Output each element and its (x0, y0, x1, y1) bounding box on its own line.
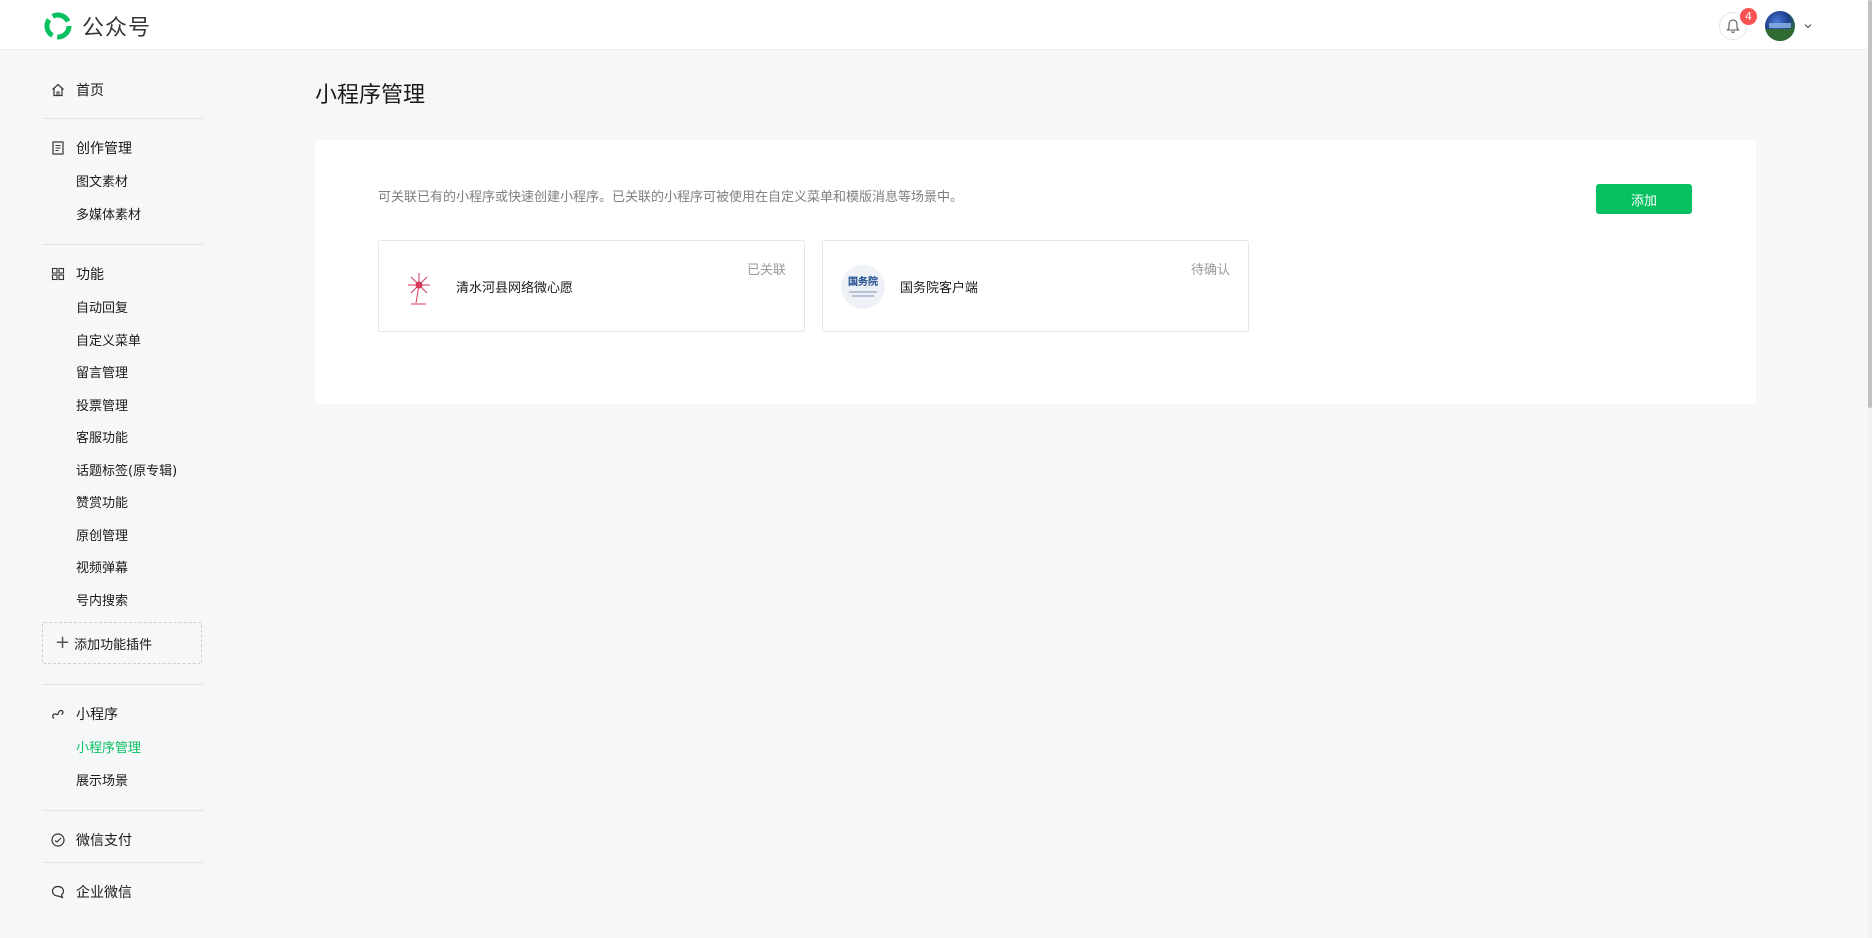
sidebar-item-comment-management[interactable]: 留言管理 (42, 358, 204, 391)
nav-group-home: 首页 (42, 50, 204, 119)
sidebar-item-video-danmaku[interactable]: 视频弹幕 (42, 553, 204, 586)
dandelion-logo-icon (408, 273, 430, 305)
sidebar-item-custom-menu[interactable]: 自定义菜单 (42, 326, 204, 359)
panel-description: 可关联已有的小程序或快速创建小程序。已关联的小程序可被使用在自定义菜单和模版消息… (378, 190, 964, 205)
sidebar-item-miniprogram-management[interactable]: 小程序管理 (42, 733, 204, 766)
home-icon (50, 82, 66, 98)
miniprogram-panel: 可关联已有的小程序或快速创建小程序。已关联的小程序可被使用在自定义菜单和模版消息… (315, 140, 1756, 404)
nav-group-creation: 创作管理 图文素材 多媒体素材 (42, 119, 204, 245)
sidebar-item-article-material[interactable]: 图文素材 (42, 167, 204, 200)
sidebar-item-wechat-pay[interactable]: 微信支付 (42, 830, 204, 850)
page-title: 小程序管理 (315, 83, 426, 108)
sidebar-item-miniprogram[interactable]: 小程序 (42, 704, 204, 724)
miniprogram-name: 清水河县网络微心愿 (456, 281, 574, 296)
wechat-pay-icon (50, 832, 66, 848)
gov-logo-line (852, 295, 874, 297)
chat-bubble-icon (50, 884, 66, 900)
page-scrollbar-thumb[interactable] (1868, 0, 1872, 408)
sidebar-item-home[interactable]: 首页 (42, 80, 204, 100)
dandelion-logo (397, 265, 441, 309)
sidebar-item-originality[interactable]: 原创管理 (42, 521, 204, 554)
bell-icon (1726, 18, 1740, 33)
miniprogram-card[interactable]: 国务院 国务院客户端 待确认 (822, 240, 1249, 332)
miniprogram-status: 已关联 (746, 263, 786, 278)
account-avatar[interactable] (1765, 11, 1795, 41)
miniprogram-status: 待确认 (1190, 263, 1230, 278)
sidebar-item-work-wechat[interactable]: 企业微信 (42, 882, 204, 902)
sidebar-item-in-account-search[interactable]: 号内搜索 (42, 586, 204, 619)
sidebar-item-appreciation[interactable]: 赞赏功能 (42, 488, 204, 521)
document-icon (50, 140, 66, 156)
sidebar-item-miniprogram-label: 小程序 (76, 707, 118, 723)
sidebar-item-features[interactable]: 功能 (42, 264, 204, 284)
nav-group-work-wechat: 企业微信 (42, 863, 204, 914)
sidebar-item-home-label: 首页 (76, 83, 104, 99)
app-logo[interactable]: 公众号 (42, 10, 151, 42)
wechat-mp-logo-icon (44, 12, 72, 40)
miniprogram-submenu: 小程序管理 展示场景 (42, 733, 204, 798)
nav-group-miniprogram: 小程序 小程序管理 展示场景 (42, 685, 204, 811)
add-plugin-button[interactable]: + 添加功能插件 (42, 622, 202, 664)
nav-group-features: 功能 自动回复 自定义菜单 留言管理 投票管理 客服功能 话题标签(原专辑) 赞… (42, 245, 204, 685)
miniprogram-name: 国务院客户端 (900, 281, 979, 296)
sidebar-item-topic-tags[interactable]: 话题标签(原专辑) (42, 456, 204, 489)
sidebar: 首页 创作管理 图文素材 多媒体素材 功能 自动回复 自定义菜单 留言管理 投票… (42, 50, 204, 914)
gov-logo-text: 国务院 (848, 277, 878, 288)
features-submenu: 自动回复 自定义菜单 留言管理 投票管理 客服功能 话题标签(原专辑) 赞赏功能… (42, 293, 204, 618)
app-title: 公众号 (82, 16, 152, 41)
creation-submenu: 图文素材 多媒体素材 (42, 167, 204, 232)
sidebar-item-media-material[interactable]: 多媒体素材 (42, 200, 204, 233)
notification-badge: 4 (1740, 8, 1757, 25)
sidebar-item-wechat-pay-label: 微信支付 (76, 833, 132, 849)
sidebar-item-creation[interactable]: 创作管理 (42, 138, 204, 158)
link-icon (50, 706, 66, 722)
grid-icon (50, 266, 66, 282)
sidebar-item-auto-reply[interactable]: 自动回复 (42, 293, 204, 326)
sidebar-item-customer-service[interactable]: 客服功能 (42, 423, 204, 456)
add-miniprogram-button[interactable]: 添加 (1596, 184, 1692, 214)
sidebar-item-work-wechat-label: 企业微信 (76, 885, 132, 901)
add-plugin-label: 添加功能插件 (74, 637, 153, 653)
nav-group-wechat-pay: 微信支付 (42, 811, 204, 863)
miniprogram-card[interactable]: 清水河县网络微心愿 已关联 (378, 240, 805, 332)
top-bar: 公众号 4 (0, 0, 1868, 50)
gov-logo-line (849, 291, 877, 293)
gov-logo: 国务院 (841, 265, 885, 309)
sidebar-item-display-scenes[interactable]: 展示场景 (42, 766, 204, 799)
sidebar-item-creation-label: 创作管理 (76, 141, 132, 157)
sidebar-item-features-label: 功能 (76, 267, 104, 283)
plus-icon: + (55, 632, 71, 653)
avatar-image (1765, 23, 1795, 41)
sidebar-item-vote-management[interactable]: 投票管理 (42, 391, 204, 424)
chevron-down-icon[interactable] (1802, 20, 1814, 32)
